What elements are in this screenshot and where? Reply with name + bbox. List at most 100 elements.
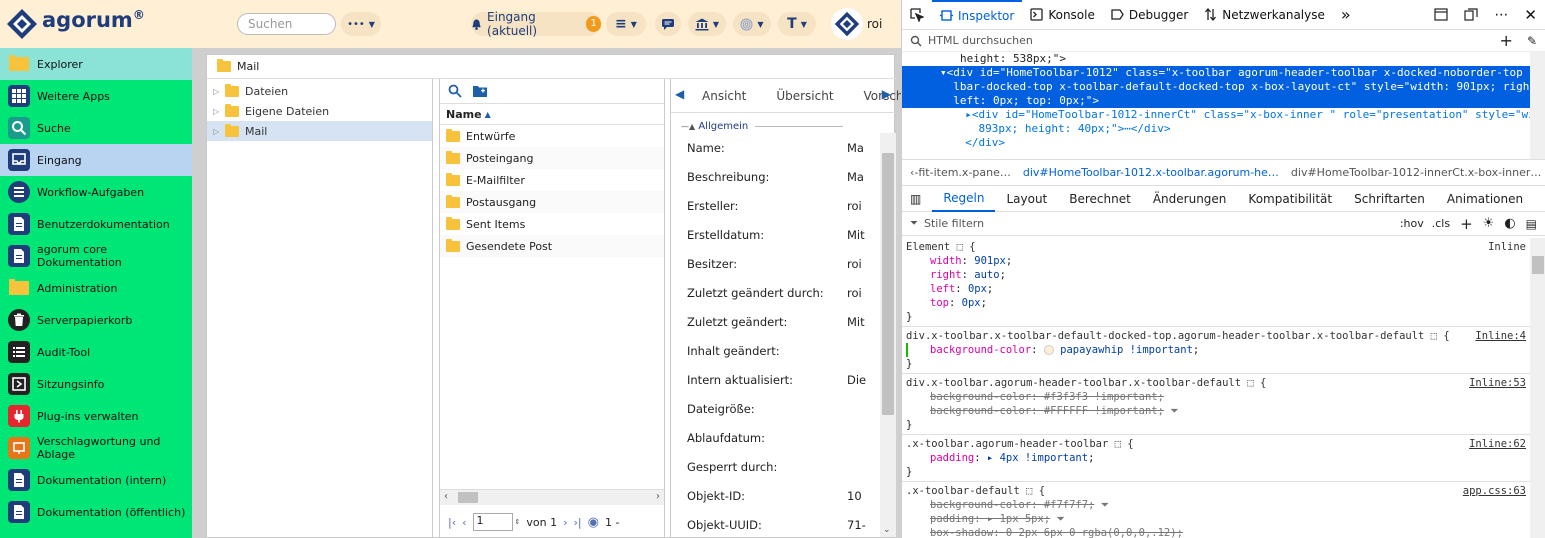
avatar[interactable] (831, 8, 863, 40)
sidebar-item-verschlagwortung-und-ablage[interactable]: Verschlagwortung und Ablage (0, 432, 192, 464)
text-format-button[interactable]: T ▼ (778, 12, 816, 36)
css-declaration[interactable]: background-color: #FFFFFF !important; ⏷ (906, 404, 1530, 418)
css-declaration[interactable]: padding: ▸ 4px !important; (906, 451, 1530, 465)
rule-selector[interactable]: .x-toolbar-default ⬚ { (906, 484, 1530, 498)
chat-button[interactable] (655, 12, 681, 36)
tab-aenderungen[interactable]: Änderungen (1142, 192, 1238, 206)
group-header-allgemein[interactable]: —▲ Allgemein (671, 113, 895, 132)
more-tabs-button[interactable]: » (1333, 0, 1359, 30)
html-node-line[interactable]: left: 0px; top: 0px;"> (902, 94, 1545, 108)
filter-funnel-icon[interactable]: ⏷ (1170, 405, 1178, 417)
tab-animationen[interactable]: Animationen (1436, 192, 1534, 206)
tree-item-eigene-dateien[interactable]: ▷ Eigene Dateien (207, 101, 432, 121)
sidebar-item-sitzungsinfo[interactable]: Sitzungsinfo (0, 368, 192, 400)
css-declaration[interactable]: padding: ▸ 1px 5px; ⏷ (906, 512, 1530, 526)
sidebar-item-plug-ins-verwalten[interactable]: Plug-ins verwalten (0, 400, 192, 432)
first-page-icon[interactable]: |‹ (448, 516, 456, 529)
toggle-sidebar-icon[interactable]: ▥ (902, 192, 932, 206)
html-node-line[interactable]: ▾<div id="HomeToolbar-1012" class="x-too… (902, 66, 1545, 80)
details-vertical-scrollbar[interactable]: ⌄ (880, 133, 896, 537)
list-item[interactable]: Sent Items (440, 213, 664, 235)
collapse-icon[interactable]: —▲ (681, 122, 695, 131)
expand-icon[interactable]: ▷ (213, 87, 225, 96)
expand-icon[interactable]: ▷ (213, 127, 225, 136)
sidebar-item-benutzerdokumentation[interactable]: Benutzerdokumentation (0, 208, 192, 240)
rule-selector[interactable]: div.x-toolbar.x-toolbar-default-docked-t… (906, 329, 1530, 343)
dark-mode-icon[interactable]: ◐ (1504, 216, 1515, 231)
column-header-name[interactable]: Name ▲ (440, 103, 664, 125)
tab-netzwerkanalyse[interactable]: Netzwerkanalyse (1196, 0, 1333, 30)
html-search-input[interactable]: HTML durchsuchen (928, 34, 1033, 47)
css-declaration[interactable]: top: 0px; (906, 296, 1530, 310)
sidebar-item-weitere-apps[interactable]: Weitere Apps (0, 80, 192, 112)
sidebar-item-serverpapierkorb[interactable]: Serverpapierkorb (0, 304, 192, 336)
rule-selector[interactable]: Element ⬚ { (906, 240, 1530, 254)
rule-source[interactable]: Inline (1488, 240, 1526, 254)
new-folder-icon[interactable] (472, 84, 488, 98)
list-item[interactable]: Entwürfe (440, 125, 664, 147)
css-declaration[interactable]: background-color: papayawhip !important; (906, 343, 1530, 357)
tree-item-dateien[interactable]: ▷ Dateien (207, 81, 432, 101)
list-horizontal-scrollbar[interactable]: ‹ › (440, 489, 664, 505)
rule-selector[interactable]: .x-toolbar.agorum-header-toolbar ⬚ { (906, 437, 1530, 451)
html-node-line[interactable]: height: 538px;"> (902, 52, 1545, 66)
search-icon[interactable] (448, 84, 462, 98)
rule-source[interactable]: Inline:53 (1469, 376, 1526, 390)
tab-schriftarten[interactable]: Schriftarten (1343, 192, 1436, 206)
html-node-line[interactable]: </div> (902, 136, 1545, 150)
institution-button[interactable]: ▼ (688, 12, 726, 36)
expand-icon[interactable]: ▷ (213, 107, 225, 116)
sidebar-item-explorer[interactable]: Explorer (0, 48, 192, 80)
tree-item-mail[interactable]: ▷ Mail (207, 121, 432, 141)
rule-source[interactable]: Inline:62 (1469, 437, 1526, 451)
color-swatch[interactable] (1043, 345, 1054, 355)
tab-inspektor[interactable]: Inspektor (932, 0, 1023, 30)
scroll-thumb[interactable] (458, 492, 478, 503)
tab-berechnet[interactable]: Berechnet (1058, 192, 1142, 206)
scroll-left-icon[interactable]: ‹ (444, 491, 448, 502)
eyedropper-icon[interactable]: ✎ (1527, 34, 1537, 48)
styles-filter-input[interactable]: Stile filtern (924, 217, 984, 230)
rule-source[interactable]: app.css:63 (1463, 484, 1526, 498)
element-picker-button[interactable] (902, 0, 932, 30)
scroll-thumb[interactable] (1532, 256, 1544, 274)
print-mode-icon[interactable]: ▤ (1526, 217, 1537, 231)
rule-source[interactable]: Inline:4 (1475, 329, 1526, 343)
rule-selector[interactable]: div.x-toolbar.agorum-header-toolbar.x-to… (906, 376, 1530, 390)
global-search-input[interactable]: Suchen (237, 13, 336, 35)
tab-konsole[interactable]: Konsole (1022, 0, 1103, 30)
sidebar-item-suche[interactable]: Suche (0, 112, 192, 144)
css-declaration[interactable]: left: 0px; (906, 282, 1530, 296)
sidebar-item-agorum-core-dokumentation[interactable]: agorum core Dokumentation (0, 240, 192, 272)
css-declaration[interactable]: background-color: #f7f7f7; ⏷ (906, 498, 1530, 512)
tab-uebersicht[interactable]: Übersicht (761, 89, 848, 103)
scroll-right-icon[interactable]: › (656, 491, 660, 502)
scroll-down-icon[interactable]: ⌄ (883, 525, 891, 535)
tab-vorschau[interactable]: Vorsch (849, 89, 904, 103)
dock-side-button[interactable] (1456, 0, 1486, 30)
css-declaration[interactable]: right: auto; (906, 268, 1530, 282)
list-item[interactable]: E-Mailfilter (440, 169, 664, 191)
list-item[interactable]: Postausgang (440, 191, 664, 213)
breadcrumb-item[interactable]: div#HomeToolbar-1012.x-toolbar.agorum-he… (1023, 166, 1279, 179)
scroll-thumb[interactable] (882, 153, 894, 415)
html-node-line[interactable]: lbar-docked-top x-toolbar-default-docked… (902, 80, 1545, 94)
rules-scrollbar[interactable] (1530, 238, 1545, 538)
html-node-line[interactable]: ▸<div id="HomeToolbar-1012-innerCt" clas… (902, 108, 1545, 122)
split-console-button[interactable] (1426, 0, 1456, 30)
html-tree-scrollbar[interactable] (1530, 52, 1545, 159)
hov-button[interactable]: :hov (1400, 217, 1424, 230)
tabs-scroll-left-icon[interactable]: ◀ (675, 87, 684, 101)
html-node-line[interactable]: 893px; height: 40px;">⋯</div> (902, 122, 1545, 136)
breadcrumb-item[interactable]: ‹-fit-item.x-pane… (910, 166, 1011, 179)
inbox-button[interactable]: Eingang (aktuell) 1 (471, 10, 601, 38)
sidebar-item-workflow-aufgaben[interactable]: Workflow-Aufgaben (0, 176, 192, 208)
page-stepper-icon[interactable]: ⇕ (515, 518, 521, 526)
sidebar-item-dokumentation-intern[interactable]: Dokumentation (intern) (0, 464, 192, 496)
css-declaration[interactable]: width: 901px; (906, 254, 1530, 268)
tab-layout[interactable]: Layout (995, 192, 1058, 206)
user-name[interactable]: roi (867, 17, 882, 31)
last-page-icon[interactable]: ›| (574, 516, 582, 529)
tab-debugger[interactable]: Debugger (1103, 0, 1196, 30)
tab-kompatibilitaet[interactable]: Kompatibilität (1237, 192, 1343, 206)
